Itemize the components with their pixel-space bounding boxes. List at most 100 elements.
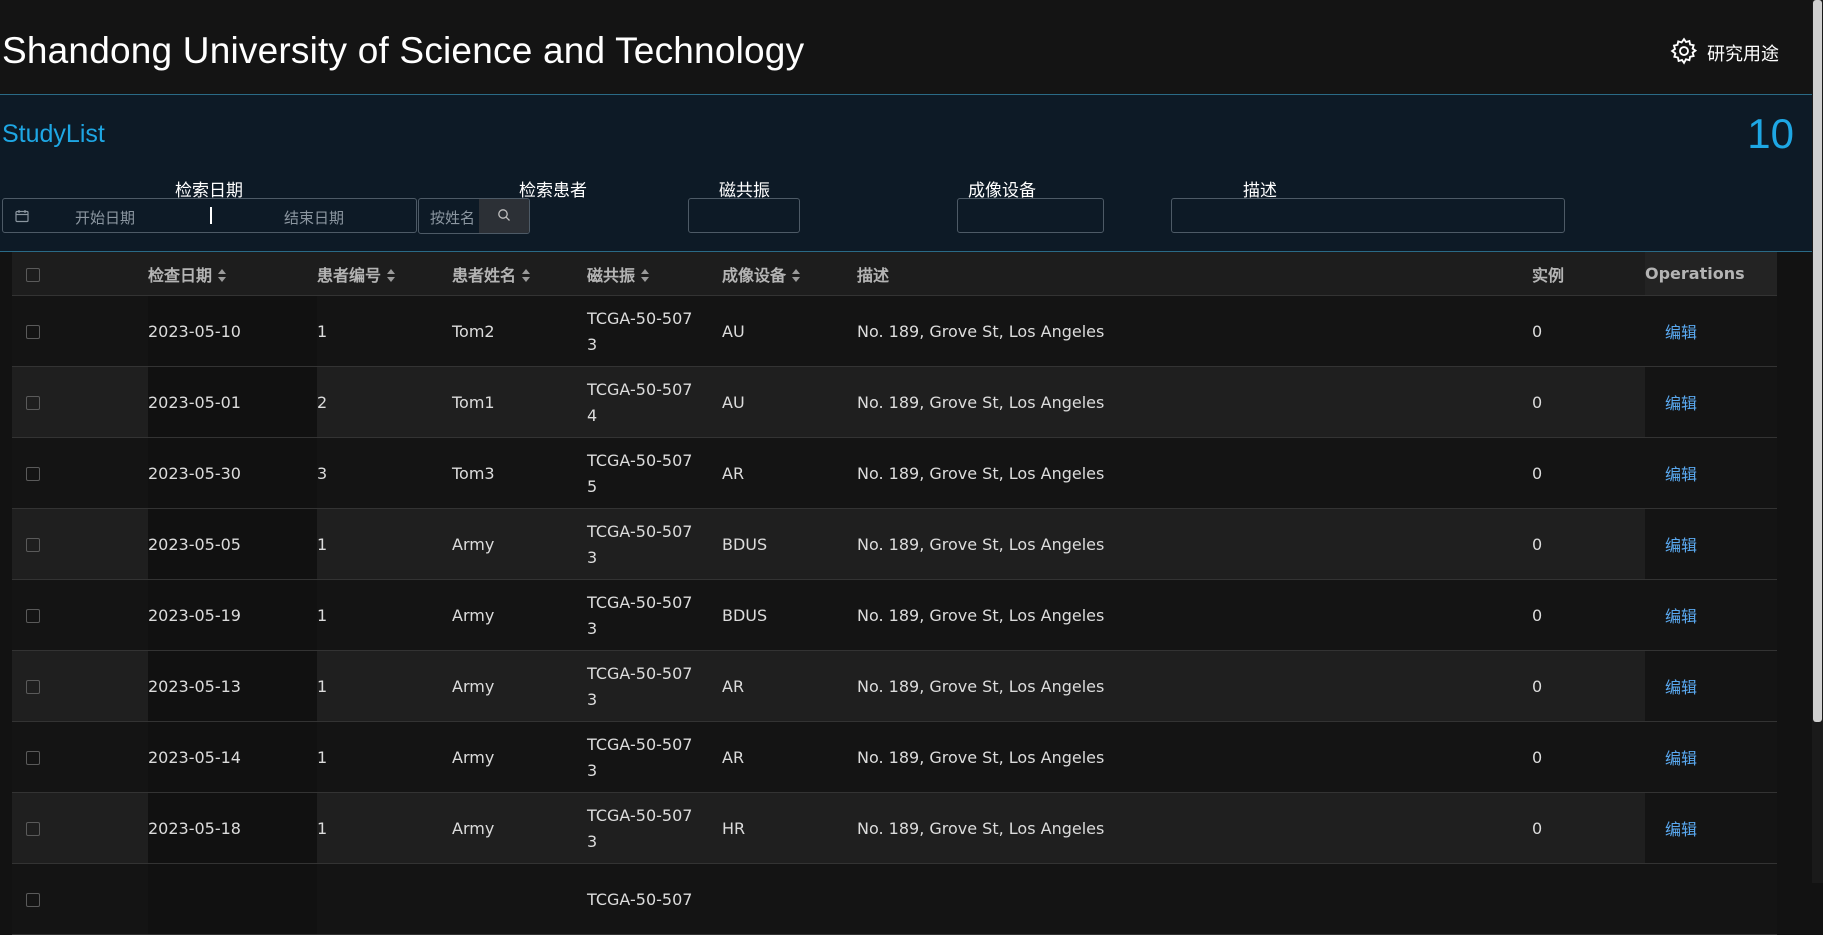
col-device-header[interactable]: 成像设备 <box>722 252 857 296</box>
table-header-row: 检查日期 患者编号 患者姓名 磁共振 成像设备 描述 实例 Operations <box>12 252 1777 296</box>
row-checkbox[interactable] <box>26 325 40 339</box>
col-mri-header[interactable]: 磁共振 <box>587 252 722 296</box>
select-all-header <box>12 252 148 296</box>
gear-icon <box>1669 36 1699 70</box>
patient-filter-label: 检索患者 <box>519 181 587 201</box>
cell-ops: 编辑 <box>1645 721 1777 793</box>
cell-mri: TCGA-50-507 3 <box>587 650 722 722</box>
scrollbar[interactable] <box>1812 0 1823 883</box>
table-row: 2023-05-14 1 Army TCGA-50-507 3 AR No. 18… <box>12 721 1777 793</box>
edit-link[interactable]: 编辑 <box>1665 394 1697 413</box>
cell-ops: 编辑 <box>1645 650 1777 722</box>
sort-icon[interactable] <box>792 269 801 283</box>
cell-mri-line1: TCGA-50-507 <box>587 664 693 683</box>
table-row: TCGA-50-507 <box>12 863 1777 935</box>
row-checkbox[interactable] <box>26 822 40 836</box>
cell-mri: TCGA-50-507 3 <box>587 508 722 580</box>
cell-mri-line2: 3 <box>587 619 598 638</box>
row-checkbox[interactable] <box>26 538 40 552</box>
col-patient-name-label: 患者姓名 <box>452 265 517 285</box>
cell-device: BDUS <box>722 579 857 651</box>
settings-label: 研究用途 <box>1707 44 1779 65</box>
cell-desc: No. 189, Grove St, Los Angeles <box>857 721 1532 793</box>
col-patient-name-header[interactable]: 患者姓名 <box>452 252 587 296</box>
table-row: 2023-05-18 1 Army TCGA-50-507 3 HR No. 18… <box>12 792 1777 864</box>
row-select-cell <box>12 650 148 722</box>
cell-ops: 编辑 <box>1645 579 1777 651</box>
row-checkbox[interactable] <box>26 893 40 907</box>
cell-patient-id: 1 <box>317 721 452 793</box>
patient-search-input[interactable]: 按姓名 <box>419 199 479 233</box>
cell-mri: TCGA-50-507 3 <box>587 579 722 651</box>
cell-patient-name: Army <box>452 579 587 651</box>
cell-ops: 编辑 <box>1645 295 1777 367</box>
row-select-cell <box>12 295 148 367</box>
cell-mri-line1: TCGA-50-507 <box>587 309 693 328</box>
search-button[interactable] <box>479 199 529 233</box>
study-count: 10 <box>1747 110 1794 157</box>
edit-link[interactable]: 编辑 <box>1665 678 1697 697</box>
select-all-checkbox[interactable] <box>26 267 40 282</box>
start-date-input[interactable]: 开始日期 <box>75 207 135 228</box>
cell-mri-line1: TCGA-50-507 <box>587 380 693 399</box>
edit-link[interactable]: 编辑 <box>1665 465 1697 484</box>
row-select-cell <box>12 508 148 580</box>
cell-patient-name: Tom1 <box>452 366 587 438</box>
row-checkbox[interactable] <box>26 751 40 765</box>
cell-mri: TCGA-50-507 <box>587 863 722 935</box>
edit-link[interactable]: 编辑 <box>1665 820 1697 839</box>
cell-patient-name: Tom2 <box>452 295 587 367</box>
date-range-separator <box>210 207 212 224</box>
cell-patient-id: 1 <box>317 579 452 651</box>
col-patient-id-label: 患者编号 <box>317 265 382 285</box>
cell-date: 2023-05-13 <box>148 650 317 722</box>
desc-filter-input[interactable] <box>1171 198 1565 233</box>
cell-desc: No. 189, Grove St, Los Angeles <box>857 508 1532 580</box>
cell-desc: No. 189, Grove St, Los Angeles <box>857 650 1532 722</box>
col-device-label: 成像设备 <box>722 265 787 285</box>
cell-mri-line1: TCGA-50-507 <box>587 806 693 825</box>
device-filter-input[interactable] <box>957 198 1104 233</box>
cell-patient-id: 3 <box>317 437 452 509</box>
sort-icon[interactable] <box>522 269 531 283</box>
cell-date: 2023-05-05 <box>148 508 317 580</box>
cell-device: AU <box>722 366 857 438</box>
settings-button[interactable]: 研究用途 <box>1669 36 1779 70</box>
row-select-cell <box>12 721 148 793</box>
sort-icon[interactable] <box>641 269 650 283</box>
date-range-picker[interactable]: 开始日期 结束日期 <box>2 198 417 233</box>
row-checkbox[interactable] <box>26 467 40 481</box>
col-ops-header: Operations <box>1645 252 1777 296</box>
row-select-cell <box>12 437 148 509</box>
cell-device: AR <box>722 650 857 722</box>
cell-mri-line1: TCGA-50-507 <box>587 593 693 612</box>
cell-date: 2023-05-10 <box>148 295 317 367</box>
edit-link[interactable]: 编辑 <box>1665 749 1697 768</box>
col-instances-header: 实例 <box>1532 252 1645 296</box>
col-date-header[interactable]: 检查日期 <box>148 252 317 296</box>
row-checkbox[interactable] <box>26 680 40 694</box>
col-ops-label: Operations <box>1645 264 1745 283</box>
edit-link[interactable]: 编辑 <box>1665 536 1697 555</box>
cell-device: BDUS <box>722 508 857 580</box>
scrollbar-thumb[interactable] <box>1813 0 1822 722</box>
col-patient-id-header[interactable]: 患者编号 <box>317 252 452 296</box>
cell-ops: 编辑 <box>1645 792 1777 864</box>
row-checkbox[interactable] <box>26 609 40 623</box>
cell-patient-name: Army <box>452 508 587 580</box>
mri-filter-input[interactable] <box>688 198 800 233</box>
table-row: 2023-05-30 3 Tom3 TCGA-50-507 5 AR No. 18… <box>12 437 1777 509</box>
cell-desc: No. 189, Grove St, Los Angeles <box>857 792 1532 864</box>
edit-link[interactable]: 编辑 <box>1665 607 1697 626</box>
col-instances-label: 实例 <box>1532 265 1565 285</box>
cell-date: 2023-05-01 <box>148 366 317 438</box>
cell-patient-id: 1 <box>317 650 452 722</box>
cell-ops: 编辑 <box>1645 366 1777 438</box>
sort-icon[interactable] <box>218 269 227 283</box>
col-mri-label: 磁共振 <box>587 265 636 285</box>
sort-icon[interactable] <box>387 269 396 283</box>
cell-device: HR <box>722 792 857 864</box>
row-checkbox[interactable] <box>26 396 40 410</box>
end-date-input[interactable]: 结束日期 <box>284 207 344 228</box>
edit-link[interactable]: 编辑 <box>1665 323 1697 342</box>
